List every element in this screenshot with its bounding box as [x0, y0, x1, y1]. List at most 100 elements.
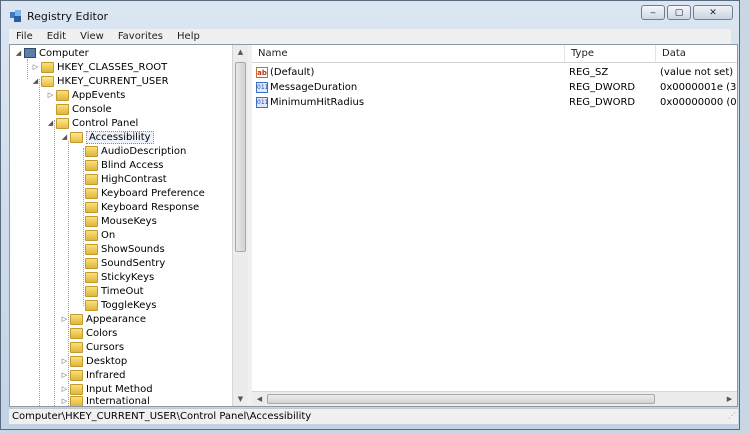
menu-bar: File Edit View Favorites Help	[9, 29, 731, 44]
tree-item-label: ToggleKeys	[101, 299, 157, 311]
tree-item-keyboard-preference[interactable]: Keyboard Preference	[84, 186, 205, 200]
folder-icon	[85, 299, 98, 311]
list-horizontal-scrollbar[interactable]: ◀ ▶	[252, 391, 737, 406]
title-bar[interactable]: Registry Editor ‒ ▢ ✕	[1, 1, 739, 29]
expand-arrow-icon[interactable]: ▷	[60, 357, 69, 365]
tree-vertical-scrollbar[interactable]: ▲ ▼	[232, 45, 248, 406]
tree-item-mousekeys[interactable]: MouseKeys	[84, 214, 157, 228]
menu-edit[interactable]: Edit	[40, 31, 73, 42]
collapse-arrow-icon[interactable]: ◢	[46, 119, 55, 127]
tree-item-blind-access[interactable]: Blind Access	[84, 158, 164, 172]
open-folder-icon	[70, 131, 83, 143]
resize-grip-icon[interactable]: ⋰	[728, 408, 736, 423]
tree-item-international[interactable]: ▷ International	[60, 394, 150, 406]
folder-icon	[85, 187, 98, 199]
tree-item-timeout[interactable]: TimeOut	[84, 284, 144, 298]
value-row-minimumhitradius[interactable]: 011 MinimumHitRadius REG_DWORD 0x0000000…	[252, 95, 737, 109]
folder-icon	[85, 257, 98, 269]
tree-connector	[54, 120, 55, 406]
expand-arrow-icon[interactable]: ▷	[31, 63, 40, 71]
menu-favorites[interactable]: Favorites	[111, 31, 170, 42]
folder-icon	[85, 271, 98, 283]
list-header: Name Type Data	[252, 45, 737, 63]
value-type: REG_SZ	[569, 66, 609, 78]
close-button[interactable]: ✕	[693, 5, 733, 20]
folder-icon	[85, 243, 98, 255]
tree-item-audiodescription[interactable]: AudioDescription	[84, 144, 186, 158]
tree-item-infrared[interactable]: ▷ Infrared	[60, 368, 125, 382]
collapse-arrow-icon[interactable]: ◢	[31, 77, 40, 85]
tree-item-appearance[interactable]: ▷ Appearance	[60, 312, 146, 326]
string-value-icon: ab	[256, 66, 268, 78]
tree-item-on[interactable]: On	[84, 228, 115, 242]
tree-item-accessibility[interactable]: ◢ Accessibility	[60, 130, 154, 144]
folder-icon	[70, 327, 83, 339]
list-scroll-thumb[interactable]	[267, 394, 655, 404]
expand-arrow-icon[interactable]: ▷	[60, 397, 69, 405]
folder-icon	[85, 159, 98, 171]
folder-icon	[70, 383, 83, 395]
value-type: REG_DWORD	[569, 81, 636, 93]
folder-icon	[70, 369, 83, 381]
registry-editor-window: Registry Editor ‒ ▢ ✕ File Edit View Fav…	[0, 0, 740, 430]
tree-item-showsounds[interactable]: ShowSounds	[84, 242, 165, 256]
tree-item-control-panel[interactable]: ◢ Control Panel	[46, 116, 138, 130]
expand-arrow-icon[interactable]: ▷	[60, 315, 69, 323]
folder-icon	[85, 201, 98, 213]
value-data: 0x0000001e (30)	[660, 81, 737, 93]
tree-item-keyboard-response[interactable]: Keyboard Response	[84, 200, 199, 214]
menu-file[interactable]: File	[9, 31, 40, 42]
folder-icon	[70, 313, 83, 325]
tree-item-soundsentry[interactable]: SoundSentry	[84, 256, 165, 270]
tree-item-hkey-current-user[interactable]: ◢ HKEY_CURRENT_USER	[31, 74, 169, 88]
maximize-button[interactable]: ▢	[667, 5, 691, 20]
tree-item-label: Computer	[39, 47, 89, 59]
scroll-right-arrow-icon[interactable]: ▶	[722, 392, 737, 406]
tree-item-stickykeys[interactable]: StickyKeys	[84, 270, 154, 284]
column-header-name[interactable]: Name	[252, 45, 565, 62]
main-content: ◢ Computer ▷ HKEY_CLASSES_ROOT ◢ HKEY_CU…	[9, 44, 738, 407]
menu-help[interactable]: Help	[170, 31, 207, 42]
column-header-type[interactable]: Type	[565, 45, 656, 62]
tree-item-togglekeys[interactable]: ToggleKeys	[84, 298, 157, 312]
scroll-left-arrow-icon[interactable]: ◀	[252, 392, 267, 406]
collapse-arrow-icon[interactable]: ◢	[60, 133, 69, 141]
status-path: Computer\HKEY_CURRENT_USER\Control Panel…	[12, 411, 312, 422]
value-row-default[interactable]: ab (Default) REG_SZ (value not set)	[252, 65, 737, 79]
tree-item-computer[interactable]: ◢ Computer	[14, 46, 89, 60]
value-name: MessageDuration	[270, 81, 358, 93]
tree-item-label: International	[86, 395, 150, 407]
tree-item-label: Input Method	[86, 383, 153, 395]
tree-item-label: SoundSentry	[101, 257, 166, 269]
computer-icon	[24, 48, 36, 58]
tree-item-label: Accessibility	[86, 130, 154, 144]
value-row-messageduration[interactable]: 011 MessageDuration REG_DWORD 0x0000001e…	[252, 80, 737, 94]
menu-view[interactable]: View	[73, 31, 111, 42]
tree-item-appevents[interactable]: ▷ AppEvents	[46, 88, 125, 102]
expand-arrow-icon[interactable]: ▷	[60, 385, 69, 393]
column-header-data[interactable]: Data	[656, 45, 737, 62]
expand-arrow-icon[interactable]: ▷	[46, 91, 55, 99]
tree-item-desktop[interactable]: ▷ Desktop	[60, 354, 127, 368]
folder-icon	[85, 285, 98, 297]
binary-value-icon: 011	[256, 96, 269, 108]
folder-icon	[85, 145, 98, 157]
tree-item-label: TimeOut	[101, 285, 144, 297]
tree-item-label: Appearance	[86, 313, 147, 325]
tree-item-label: Keyboard Response	[101, 201, 200, 213]
tree-item-colors[interactable]: Colors	[60, 326, 117, 340]
collapse-arrow-icon[interactable]: ◢	[14, 49, 23, 57]
scroll-down-arrow-icon[interactable]: ▼	[233, 392, 248, 406]
tree-item-hkey-classes-root[interactable]: ▷ HKEY_CLASSES_ROOT	[31, 60, 167, 74]
minimize-button[interactable]: ‒	[641, 5, 665, 20]
expand-arrow-icon[interactable]: ▷	[60, 371, 69, 379]
status-bar: Computer\HKEY_CURRENT_USER\Control Panel…	[9, 408, 738, 424]
folder-icon	[56, 89, 69, 101]
tree-item-label: Infrared	[86, 369, 126, 381]
tree-item-console[interactable]: Console	[46, 102, 112, 116]
tree-item-highcontrast[interactable]: HighContrast	[84, 172, 167, 186]
scroll-up-arrow-icon[interactable]: ▲	[233, 45, 248, 59]
tree-item-cursors[interactable]: Cursors	[60, 340, 124, 354]
window-title: Registry Editor	[27, 10, 109, 23]
tree-scroll-thumb[interactable]	[235, 62, 246, 252]
